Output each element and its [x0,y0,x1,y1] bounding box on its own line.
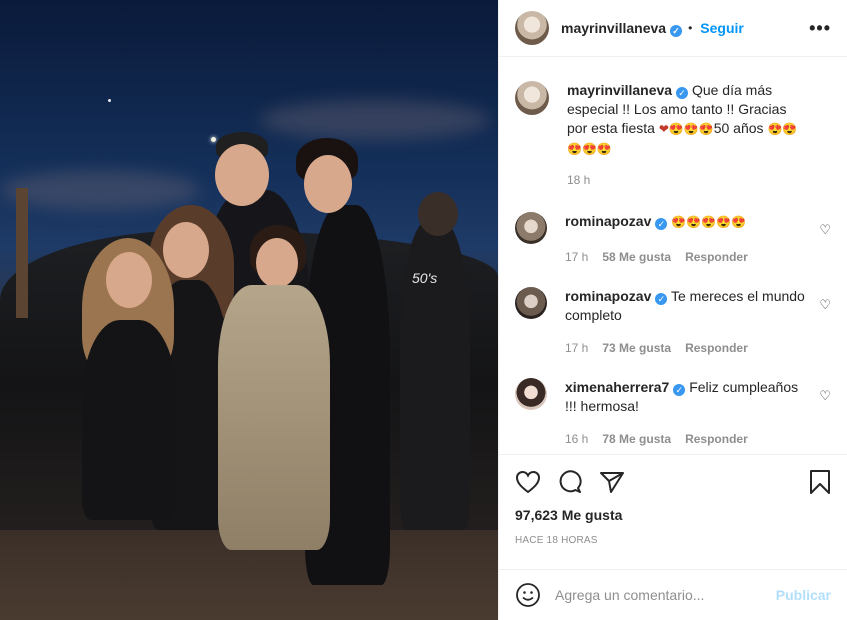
separator-dot: • [688,21,693,35]
post-header: mayrinvillaneva ✓ • Seguir ••• [499,0,847,57]
cloud [0,170,200,210]
comment-avatar[interactable] [515,287,547,319]
add-comment-bar: Publicar [499,569,847,620]
comment-meta: 16 h 78 Me gusta Responder [565,430,805,449]
reply-button[interactable]: Responder [685,430,748,449]
comments-list[interactable]: mayrinvillaneva ✓ Que día más especial !!… [499,57,847,454]
post-details-panel: mayrinvillaneva ✓ • Seguir ••• mayrinvill… [498,0,847,620]
action-icons [515,467,831,497]
wooden-post [16,188,28,318]
caption-text-2: 50 años [713,120,768,136]
follow-button[interactable]: Seguir [700,20,744,36]
comment-item: ximenaherrera7 ✓ Feliz cumpleaños !!! her… [515,378,831,449]
comment-likes[interactable]: 73 Me gusta [602,339,671,358]
background-person-head [418,192,458,236]
more-options-icon[interactable]: ••• [809,18,831,39]
comment-like-heart-icon[interactable]: ♡ [819,388,831,404]
comment-like-heart-icon[interactable]: ♡ [819,222,831,238]
caption: mayrinvillaneva ✓ Que día más especial !!… [515,81,831,190]
moon [211,137,216,142]
post-timestamp[interactable]: HACE 18 HORAS [515,535,831,546]
comment-avatar[interactable] [515,212,547,244]
person-girl [82,320,177,520]
post-photo[interactable]: 50's [0,0,498,620]
cloud [260,100,490,140]
share-paper-plane-icon[interactable] [599,470,625,494]
author-avatar[interactable] [515,11,549,45]
comment-bubble-icon[interactable] [557,470,583,494]
comment-username[interactable]: rominapozav [565,213,651,229]
caption-meta: 18 h [567,171,805,190]
background-person [400,220,470,530]
person-child-blanket [218,285,330,550]
comment-text: 😍😍😍😍😍 [671,215,746,229]
person-girl-head [106,252,152,308]
comment-item: rominapozav ✓ Te mereces el mundo complet… [515,287,831,358]
comment-username[interactable]: ximenaherrera7 [565,379,669,395]
author-username[interactable]: mayrinvillaneva ✓ [561,20,683,37]
comment-time[interactable]: 16 h [565,430,588,449]
caption-username[interactable]: mayrinvillaneva [567,82,672,98]
comment-likes[interactable]: 78 Me gusta [602,430,671,449]
caption-time[interactable]: 18 h [567,171,590,190]
emoji-icon[interactable] [515,582,541,608]
author-username-text[interactable]: mayrinvillaneva [561,20,666,36]
person-boy-head [304,155,352,213]
publish-button[interactable]: Publicar [776,587,831,603]
comment-item: rominapozav ✓ 😍😍😍😍😍 17 h 58 Me gusta Resp… [515,212,831,267]
reply-button[interactable]: Responder [685,339,748,358]
person-woman-head [163,222,209,278]
verified-badge-icon: ✓ [655,293,668,305]
person-man-head [215,144,269,206]
comment-meta: 17 h 58 Me gusta Responder [565,248,805,267]
likes-count[interactable]: 97,623 Me gusta [515,507,831,523]
verified-badge-icon: ✓ [676,87,689,99]
comment-time[interactable]: 17 h [565,339,588,358]
comment-input[interactable] [555,587,776,603]
star [108,99,111,102]
verified-badge-icon: ✓ [673,384,686,396]
person-child-head [256,238,298,288]
comment-likes[interactable]: 58 Me gusta [602,248,671,267]
post-actions: 97,623 Me gusta HACE 18 HORAS [499,454,847,546]
comment-username[interactable]: rominapozav [565,288,651,304]
save-bookmark-icon[interactable] [809,469,831,495]
comment-time[interactable]: 17 h [565,248,588,267]
reply-button[interactable]: Responder [685,248,748,267]
caption-avatar[interactable] [515,81,549,115]
like-heart-icon[interactable] [515,470,541,494]
hoodie-text: 50's [412,270,438,286]
comment-meta: 17 h 73 Me gusta Responder [565,339,805,358]
verified-badge-icon: ✓ [670,24,683,37]
caption-emojis: ❤😍😍😍 [658,122,714,136]
comment-like-heart-icon[interactable]: ♡ [819,297,831,313]
comment-avatar[interactable] [515,378,547,410]
verified-badge-icon: ✓ [655,218,668,230]
